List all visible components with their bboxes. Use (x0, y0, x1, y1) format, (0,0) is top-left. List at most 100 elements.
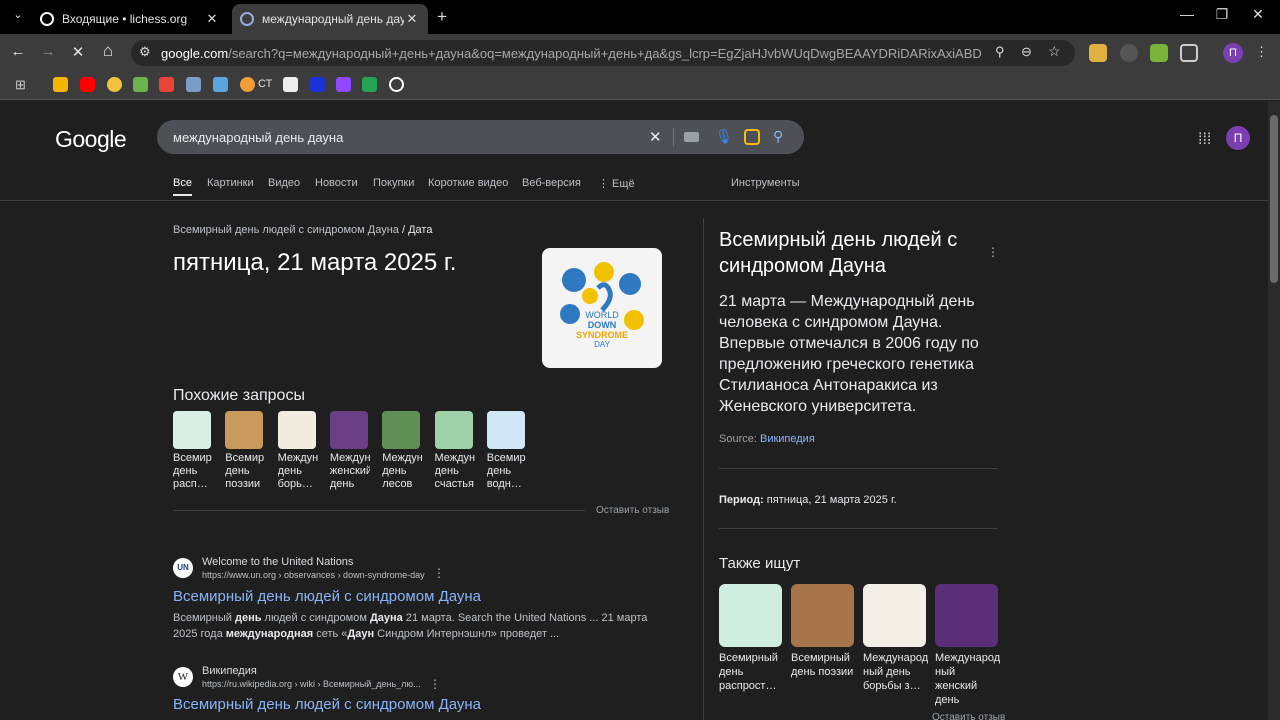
also-search-item[interactable]: Международ ный женский день (935, 584, 1000, 707)
page-scrollbar[interactable] (1268, 101, 1280, 720)
restore-button[interactable]: ❐ (1212, 6, 1232, 23)
result-menu-icon[interactable]: ⋮ (433, 566, 445, 580)
search-box[interactable]: международный день дауна ✕ 🎙 ⚲ (157, 120, 804, 154)
tab-all[interactable]: Все (173, 177, 192, 196)
search-icon[interactable]: ⚲ (773, 128, 783, 145)
tab-shopping[interactable]: Покупки (373, 177, 414, 189)
bookmark-icon[interactable] (240, 77, 255, 92)
twitch-icon[interactable] (336, 77, 351, 92)
bookmark-icon[interactable] (389, 77, 404, 92)
google-logo[interactable]: Google (55, 126, 127, 153)
stop-button[interactable]: ✕ (68, 43, 88, 61)
bookmark-star-icon[interactable]: ☆ (1048, 43, 1061, 60)
related-search-thumbnail (382, 411, 421, 449)
lens-icon[interactable] (744, 129, 760, 145)
home-button[interactable]: ⌂ (98, 41, 118, 61)
address-bar[interactable]: ⚙ google.com/search?q=международный+день… (131, 40, 1075, 66)
related-search-item[interactable]: Междун день лесов (382, 411, 422, 491)
bookmark-icon[interactable] (53, 77, 68, 92)
tab-web[interactable]: Веб-версия (522, 177, 581, 189)
google-account-avatar[interactable]: П (1226, 126, 1250, 150)
extension-icon[interactable] (1089, 44, 1107, 62)
related-search-label: Всемир (486, 452, 526, 464)
tab-close-icon[interactable]: ✕ (404, 11, 420, 27)
apps-grid-icon[interactable]: ⊞ (15, 77, 26, 93)
clear-icon[interactable]: ✕ (649, 128, 662, 146)
tab-search-chevron-icon[interactable]: ⌄ (8, 8, 28, 21)
also-search-item[interactable]: Международ ный день борьбы з… (863, 584, 928, 693)
knowledge-panel-source: Source: Википедия (719, 433, 815, 445)
tab-more[interactable]: ⋮ Ещё (598, 177, 635, 190)
bookmark-icon[interactable] (213, 77, 228, 92)
scrollbar-thumb[interactable] (1270, 115, 1278, 283)
result-title-link[interactable]: Всемирный день людей с синдромом Дауна (173, 588, 481, 605)
tab-lichess[interactable]: Входящие • lichess.org ✕ (32, 4, 228, 34)
extension-icon[interactable] (1120, 44, 1138, 62)
tab-news[interactable]: Новости (315, 177, 358, 189)
site-info-icon[interactable]: ⚙ (139, 44, 151, 60)
microphone-icon[interactable]: 🎙 (715, 128, 733, 145)
bookmark-icon[interactable] (133, 77, 148, 92)
world-down-syndrome-day-image[interactable]: WORLD DOWN SYNDROME DAY (542, 248, 662, 368)
related-searches-title: Похожие запросы (173, 387, 305, 404)
new-tab-button[interactable]: + (432, 7, 452, 27)
minimize-button[interactable]: — (1177, 6, 1197, 22)
breadcrumb-parent[interactable]: Всемирный день людей с синдромом Дауна (173, 224, 399, 236)
related-search-thumbnail (277, 411, 316, 449)
result-site-name[interactable]: Welcome to the United Nations (202, 556, 353, 568)
tab-images[interactable]: Картинки (207, 177, 254, 189)
result-menu-icon[interactable]: ⋮ (429, 677, 441, 691)
divider (703, 218, 704, 720)
feedback-link[interactable]: Оставить отзыв (596, 505, 669, 516)
related-search-item[interactable]: Междун женский день (329, 411, 370, 491)
image-text: DAY (594, 340, 610, 349)
location-icon[interactable]: ⚲ (995, 44, 1005, 60)
bookmark-icon[interactable] (362, 77, 377, 92)
feedback-link[interactable]: Оставить отзыв (932, 712, 1005, 720)
wikipedia-link[interactable]: Википедия (760, 433, 815, 445)
window-close-button[interactable]: ✕ (1248, 6, 1268, 23)
tab-google-search[interactable]: международный день дауна - ✕ (232, 4, 428, 34)
breadcrumb-sep: / (401, 224, 406, 236)
tab-title: Входящие • lichess.org (62, 12, 188, 26)
also-search-item[interactable]: Всемирный день поэзии (791, 584, 855, 679)
also-search-label: день (935, 694, 960, 706)
bookmark-label[interactable]: СТ (258, 78, 272, 90)
bookmark-icon[interactable] (186, 77, 201, 92)
profile-avatar[interactable]: П (1223, 43, 1243, 63)
result-title-link[interactable]: Всемирный день людей с синдромом Дауна (173, 696, 481, 713)
tab-videos[interactable]: Видео (268, 177, 300, 189)
gmail-icon[interactable] (159, 77, 174, 92)
also-search-thumbnail (935, 584, 998, 647)
forward-button[interactable]: → (38, 43, 58, 60)
tab-short-videos[interactable]: Короткие видео (428, 177, 508, 189)
browser-menu-icon[interactable]: ⋮ (1255, 44, 1268, 60)
youtube-icon[interactable] (80, 77, 95, 92)
tools-button[interactable]: Инструменты (731, 177, 800, 189)
related-search-item[interactable]: Всемир день расп… (173, 411, 213, 491)
result-url[interactable]: https://www.un.org › observances › down-… (202, 570, 425, 580)
also-search-label: Всемирный (719, 652, 778, 664)
bookmark-icon[interactable] (107, 77, 122, 92)
un-favicon-icon[interactable]: UN (173, 558, 193, 578)
zoom-icon[interactable]: ⊖ (1021, 44, 1032, 60)
back-button[interactable]: ← (8, 43, 28, 60)
result-url[interactable]: https://ru.wikipedia.org › wiki › Всемир… (202, 679, 421, 689)
tab-close-icon[interactable]: ✕ (204, 11, 220, 27)
also-search-item[interactable]: Всемирный день распрост… (719, 584, 783, 693)
related-search-item[interactable]: Междун день борь… (277, 411, 318, 491)
result-site-name[interactable]: Википедия (202, 665, 257, 677)
bookmark-icon[interactable] (283, 77, 298, 92)
google-apps-icon[interactable]: ⁞⁞⁞ (1198, 131, 1211, 149)
related-search-item[interactable]: Всемир день поэзии (225, 411, 265, 491)
hands-illustration-icon (560, 262, 644, 330)
extensions-puzzle-icon[interactable] (1180, 44, 1198, 62)
download-icon[interactable] (1150, 44, 1168, 62)
wikipedia-favicon-icon[interactable]: W (173, 667, 193, 687)
keyboard-icon[interactable] (684, 132, 699, 142)
bookmark-icon[interactable] (310, 77, 325, 92)
knowledge-panel-menu-icon[interactable]: ⋮ (987, 245, 999, 259)
related-search-item[interactable]: Междун день счастья (434, 411, 475, 491)
related-search-item[interactable]: Всемир день водн… (486, 411, 527, 491)
search-query-text[interactable]: международный день дауна (173, 130, 343, 145)
